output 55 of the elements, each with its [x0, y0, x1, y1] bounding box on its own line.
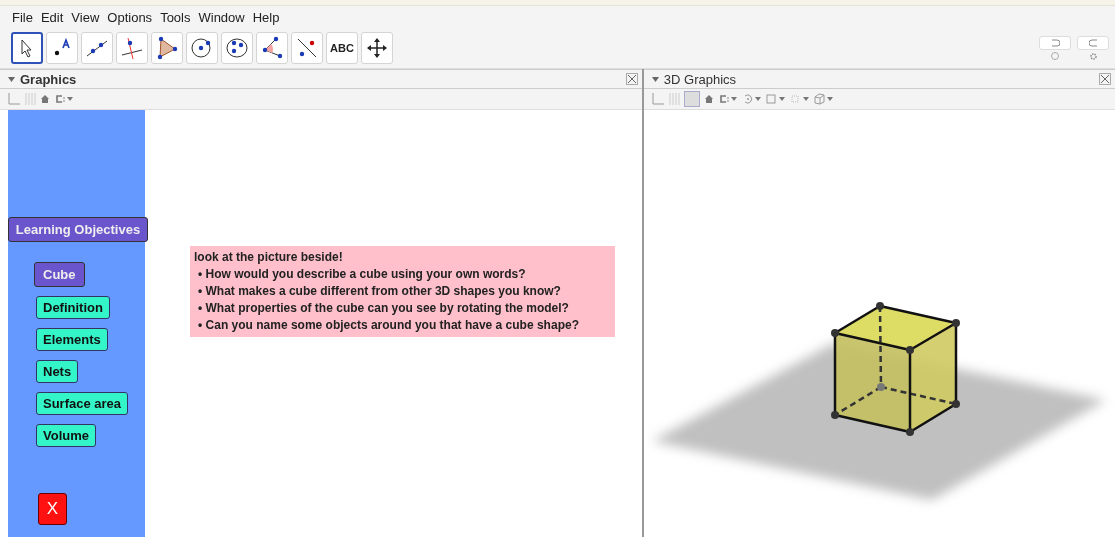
menu-item[interactable]: File	[12, 9, 33, 25]
cube-dropdown-icon[interactable]	[813, 93, 834, 105]
close-button[interactable]	[1099, 73, 1111, 85]
bullet-question: • What makes a cube different from other 3D shapes you know?	[197, 283, 562, 300]
move-arrows-icon	[366, 37, 388, 59]
ellipse-icon	[225, 36, 249, 60]
objectives-button[interactable]: Learning Objectives	[8, 217, 148, 242]
perpendicular-tool[interactable]	[116, 32, 148, 64]
text-heading: look at the picture beside!	[194, 249, 344, 266]
topic-button[interactable]: Nets	[36, 360, 79, 383]
menu-item[interactable]: Window	[198, 9, 245, 25]
reflect-tool[interactable]	[291, 32, 323, 64]
clipping-dropdown-icon[interactable]	[789, 93, 810, 105]
panel-title: 3D Graphics	[663, 71, 737, 87]
undo-icon	[1050, 38, 1060, 47]
triangle-icon	[155, 36, 179, 60]
menu-item[interactable]: Edit	[40, 9, 64, 25]
bullet-question: • Can you name some objects around you that have a cube shape?	[197, 317, 580, 334]
line-tool[interactable]	[81, 32, 113, 64]
topic-button[interactable]: Definition	[36, 296, 110, 319]
circle-icon	[190, 36, 214, 60]
redo-icon	[1088, 38, 1098, 47]
bullet-question: • What properties of the cube can you see by rotating the model?	[197, 300, 570, 317]
close-button[interactable]	[625, 73, 638, 85]
collapse-icon[interactable]	[651, 76, 659, 82]
home-icon[interactable]	[703, 94, 714, 104]
angle-tool[interactable]	[256, 32, 288, 64]
text-tool[interactable]: ABC	[326, 32, 358, 64]
angle-icon	[260, 36, 284, 60]
arrow-cursor-icon	[19, 38, 35, 58]
topic-button[interactable]: Volume	[36, 424, 96, 447]
topic-button[interactable]: Surface area	[36, 392, 129, 415]
line-point-icon	[295, 36, 319, 60]
view-dropdown-icon[interactable]	[765, 93, 786, 105]
home-icon[interactable]	[40, 94, 50, 104]
collapse-icon[interactable]	[8, 76, 15, 82]
menu-item[interactable]: Options	[107, 9, 153, 25]
pan-tool[interactable]	[361, 32, 393, 64]
menu-item[interactable]: Tools	[160, 9, 191, 25]
settings-icon[interactable]	[1088, 51, 1098, 61]
point-tool[interactable]	[46, 32, 78, 64]
move-tool[interactable]	[11, 32, 43, 64]
menu-item[interactable]: Help	[252, 9, 280, 25]
bullet-question: • How would you describe a cube using your own words?	[197, 266, 527, 283]
panel-title: Graphics	[20, 71, 77, 87]
close-button[interactable]: X	[38, 493, 67, 525]
polygon-tool[interactable]	[151, 32, 183, 64]
menu-item[interactable]: View	[71, 9, 100, 25]
conic-tool[interactable]	[221, 32, 253, 64]
style-dropdown-icon[interactable]	[54, 94, 74, 104]
circle-tool[interactable]	[186, 32, 218, 64]
topic-button[interactable]: Elements	[36, 328, 108, 351]
style-dropdown-icon[interactable]	[717, 94, 738, 104]
cube-button[interactable]: Cube	[34, 262, 85, 287]
perpendicular-line-icon	[120, 36, 144, 60]
